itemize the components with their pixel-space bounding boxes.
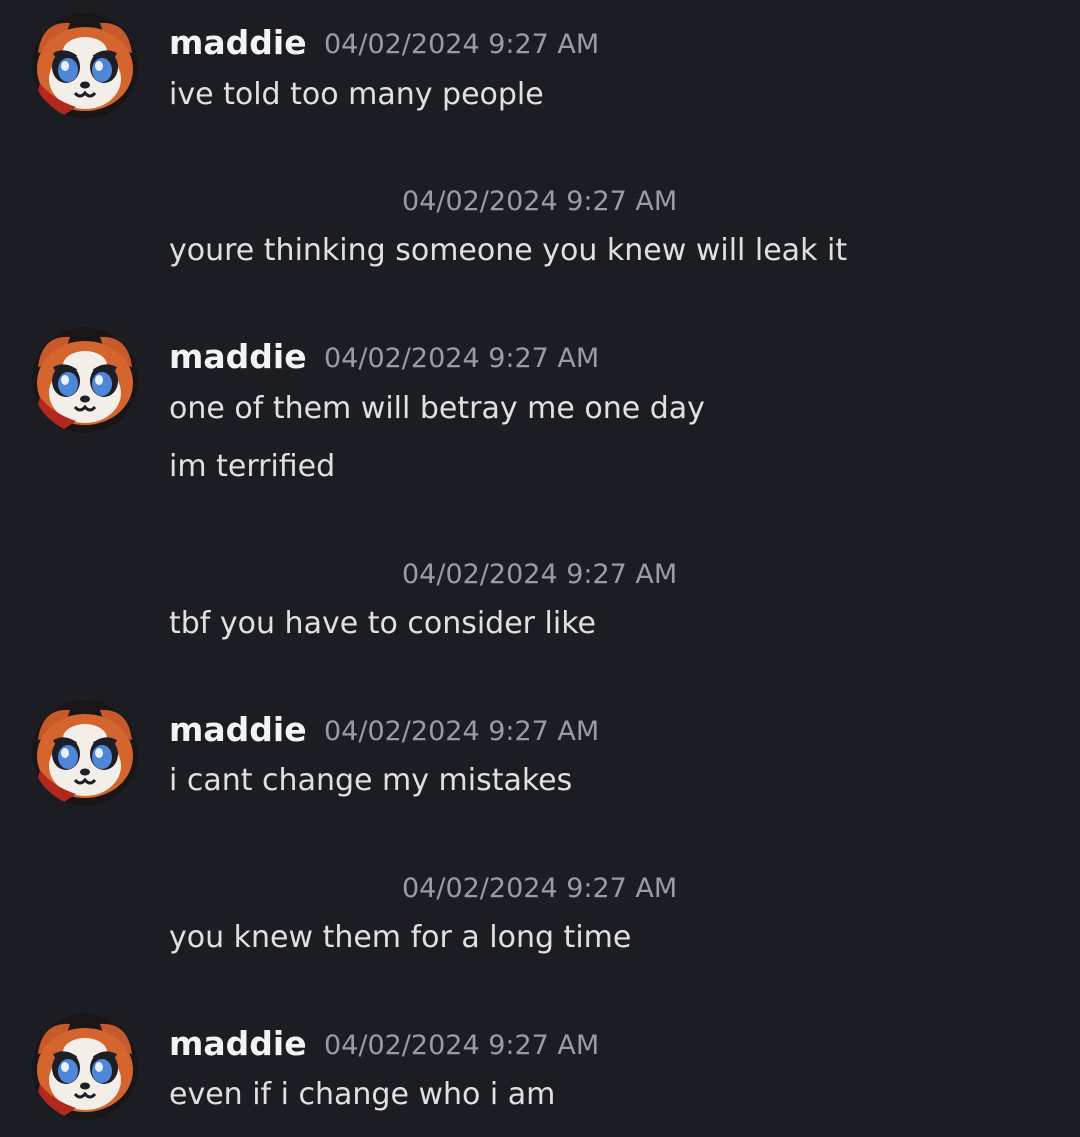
message-timestamp: 04/02/2024 9:27 AM	[402, 559, 678, 590]
message-text: i cant change my mistakes	[169, 763, 573, 798]
message-timestamp: 04/02/2024 9:27 AM	[324, 1030, 600, 1061]
red-panda-avatar-icon[interactable]	[32, 1014, 138, 1120]
message-text: im terrified	[169, 449, 336, 484]
message-text: one of them will betray me one day	[169, 391, 705, 426]
message-author[interactable]: maddie	[169, 337, 307, 377]
message-author[interactable]: maddie	[169, 1024, 307, 1064]
message-author[interactable]: maddie	[169, 23, 307, 63]
message-timestamp: 04/02/2024 9:27 AM	[324, 343, 600, 374]
message-text: ive told too many people	[169, 77, 544, 112]
message-text: even if i change who i am	[169, 1077, 556, 1112]
message-timestamp: 04/02/2024 9:27 AM	[324, 29, 600, 60]
message-text: youre thinking someone you knew will lea…	[169, 233, 848, 268]
chat-message-list: maddie 04/02/2024 9:27 AM ive told too m…	[0, 0, 1080, 1137]
red-panda-avatar-icon[interactable]	[32, 700, 138, 806]
message-text: you knew them for a long time	[169, 920, 632, 955]
red-panda-avatar-icon[interactable]	[32, 13, 138, 119]
message-author[interactable]: maddie	[169, 710, 307, 750]
message-timestamp: 04/02/2024 9:27 AM	[402, 186, 678, 217]
red-panda-avatar-icon[interactable]	[32, 327, 138, 433]
message-text: tbf you have to consider like	[169, 606, 596, 641]
message-timestamp: 04/02/2024 9:27 AM	[402, 873, 678, 904]
message-timestamp: 04/02/2024 9:27 AM	[324, 716, 600, 747]
